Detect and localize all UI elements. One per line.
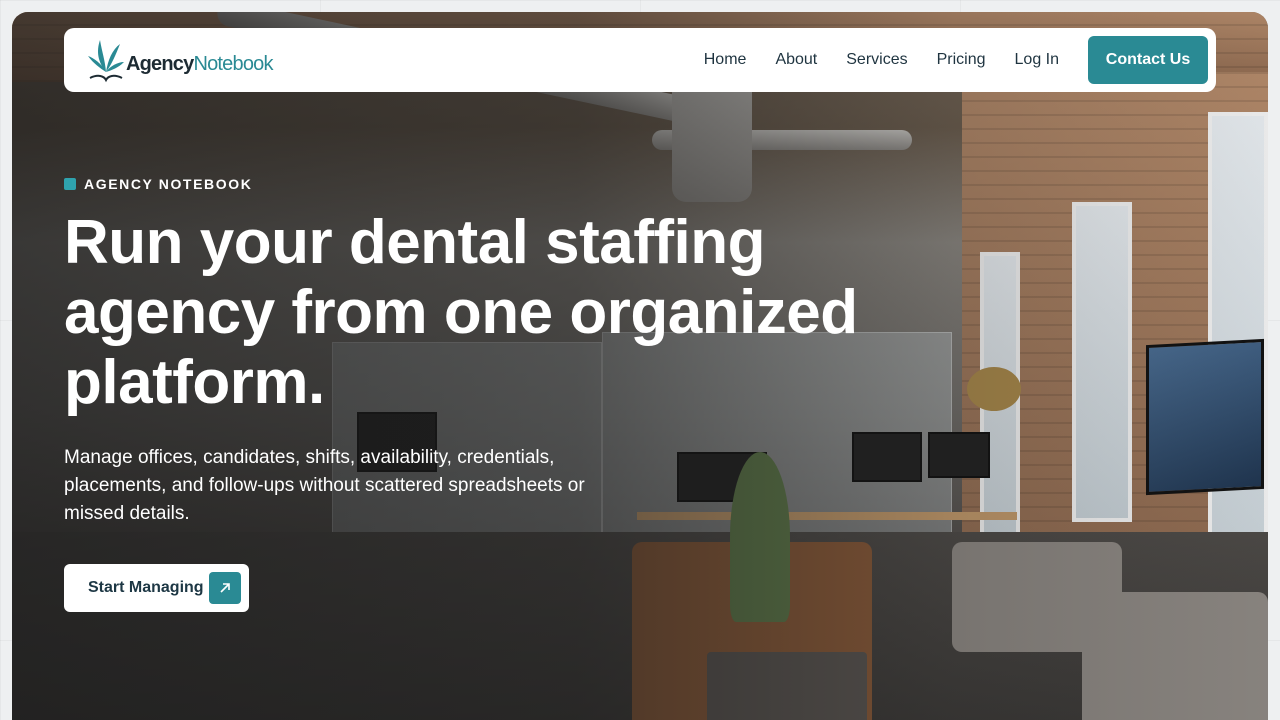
hero-headline: Run your dental staffing agency from one… (64, 208, 858, 417)
eyebrow-label: AGENCY NOTEBOOK (84, 176, 253, 192)
nav-link-pricing[interactable]: Pricing (937, 51, 986, 69)
nav-link-about[interactable]: About (775, 51, 817, 69)
brand-name-part1: Agency (126, 53, 194, 75)
hero-subtext: Manage offices, candidates, shifts, avai… (64, 447, 585, 524)
brand-logo[interactable]: AgencyNotebook (88, 36, 273, 84)
nav-link-home[interactable]: Home (704, 51, 747, 69)
hero-eyebrow: AGENCY NOTEBOOK (64, 176, 252, 192)
book-leaf-logo-icon (88, 36, 124, 84)
arrow-up-right-icon (209, 572, 241, 604)
start-managing-label: Start Managing (88, 579, 204, 596)
contact-us-button[interactable]: Contact Us (1088, 36, 1208, 84)
start-managing-button[interactable]: Start Managing (64, 564, 249, 612)
eyebrow-square-icon (64, 178, 76, 190)
top-navbar: AgencyNotebook Home About Services Prici… (64, 28, 1216, 92)
nav-link-login[interactable]: Log In (1015, 51, 1059, 69)
nav-link-services[interactable]: Services (846, 51, 907, 69)
brand-name-part2: Notebook (193, 53, 273, 75)
nav-links: Home About Services Pricing Log In Conta… (704, 36, 1208, 84)
